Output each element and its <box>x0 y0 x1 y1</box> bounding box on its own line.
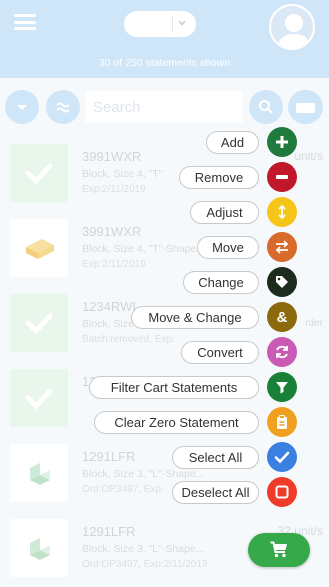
ampersand-icon[interactable]: & <box>267 302 297 332</box>
filter-cart-statements-action[interactable]: Filter Cart Statements <box>0 370 329 404</box>
user-silhouette-icon <box>277 14 311 48</box>
convert-label[interactable]: Convert <box>181 341 259 364</box>
deselect-all-label[interactable]: Deselect All <box>172 481 259 504</box>
block-icon <box>30 538 50 560</box>
move-action[interactable]: Move <box>0 230 329 264</box>
item-code: 1291LFR <box>82 524 136 539</box>
filter-mode-button[interactable] <box>46 90 80 124</box>
dropdown-selected-value <box>124 11 170 37</box>
search-input[interactable]: Search <box>85 91 243 123</box>
cart-button[interactable] <box>248 533 310 567</box>
user-avatar[interactable] <box>269 4 315 50</box>
search-placeholder: Search <box>93 99 141 116</box>
clear-zero-statement-label[interactable]: Clear Zero Statement <box>94 411 259 434</box>
svg-text:&: & <box>277 309 288 325</box>
tag-icon[interactable] <box>267 267 297 297</box>
toolbar: Search <box>0 86 329 126</box>
filter-cart-statements-label[interactable]: Filter Cart Statements <box>89 376 259 399</box>
add-action[interactable]: Add <box>0 125 329 159</box>
cart-icon <box>270 541 287 558</box>
chevron-down-icon <box>172 15 190 33</box>
change-action[interactable]: Change <box>0 265 329 299</box>
adjust-label[interactable]: Adjust <box>190 201 259 224</box>
up-down-arrow-icon[interactable] <box>267 197 297 227</box>
move-and-change-label[interactable]: Move & Change <box>131 306 259 329</box>
caret-down-icon <box>17 105 27 110</box>
minus-icon[interactable] <box>267 162 297 192</box>
keyboard-icon <box>296 103 315 113</box>
move-and-change-action[interactable]: Move & Change & <box>0 300 329 334</box>
clipboard-icon[interactable] <box>267 407 297 437</box>
deselect-all-action[interactable]: Deselect All <box>0 475 329 509</box>
checkmark-icon[interactable] <box>267 442 297 472</box>
move-label[interactable]: Move <box>197 236 259 259</box>
approx-icon <box>56 102 70 113</box>
square-icon[interactable] <box>267 477 297 507</box>
location-dropdown[interactable] <box>124 11 196 37</box>
plus-icon[interactable] <box>267 127 297 157</box>
add-label[interactable]: Add <box>206 131 259 154</box>
remove-label[interactable]: Remove <box>179 166 259 189</box>
filter-icon[interactable] <box>267 372 297 402</box>
hamburger-menu-icon[interactable] <box>14 14 36 30</box>
search-button[interactable] <box>249 90 283 124</box>
swap-arrows-icon[interactable] <box>267 232 297 262</box>
select-all-label[interactable]: Select All <box>172 446 259 469</box>
thumbnail <box>10 519 68 577</box>
select-all-action[interactable]: Select All <box>0 440 329 474</box>
refresh-icon[interactable] <box>267 337 297 367</box>
change-label[interactable]: Change <box>183 271 259 294</box>
adjust-action[interactable]: Adjust <box>0 195 329 229</box>
remove-action[interactable]: Remove <box>0 160 329 194</box>
sort-dropdown-button[interactable] <box>5 90 39 124</box>
convert-action[interactable]: Convert <box>0 335 329 369</box>
statements-count: 30 of 250 statements shown <box>98 57 231 69</box>
item-meta: Ord:OP3497, Exp:2/11/2019 <box>82 559 208 570</box>
keyboard-button[interactable] <box>288 90 323 124</box>
search-icon <box>259 100 273 114</box>
item-description: Block, Size 3, "L"-Shape... <box>82 543 205 555</box>
app-header: 30 of 250 statements shown <box>0 0 329 78</box>
clear-zero-statement-action[interactable]: Clear Zero Statement <box>0 405 329 439</box>
